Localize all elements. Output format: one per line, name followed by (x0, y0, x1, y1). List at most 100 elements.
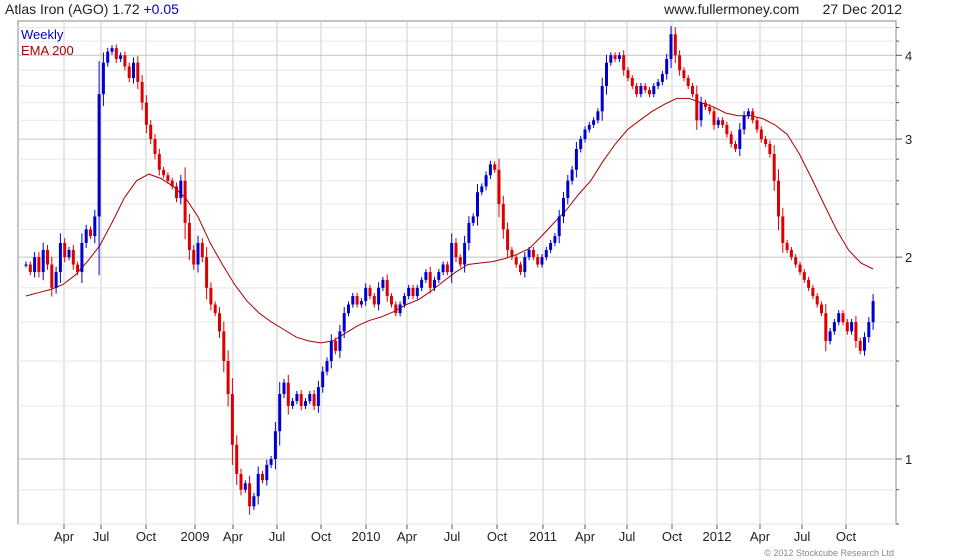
candle-body (101, 62, 105, 95)
chart-title: Atlas Iron (AGO) 1.72 +0.05 (5, 1, 179, 17)
x-tick-label: Jul (619, 529, 636, 544)
candle-body (660, 74, 664, 82)
legend-weekly: Weekly (21, 27, 64, 42)
y-tick-label: 3 (905, 132, 912, 147)
candle-body (665, 58, 669, 75)
x-tick-label: Oct (136, 529, 157, 544)
candle-body (312, 394, 316, 406)
candle-body (871, 301, 875, 323)
candle-body (729, 134, 733, 144)
x-tick-label: Oct (311, 529, 332, 544)
candle-body (824, 313, 828, 341)
candle-body (58, 242, 62, 273)
candle-body (235, 444, 239, 474)
candle-body (858, 340, 862, 351)
candle-body (527, 249, 531, 258)
candle-body (114, 48, 118, 59)
y-tick-label: 4 (905, 48, 912, 63)
candle-body (746, 111, 750, 116)
candle-body (506, 229, 510, 250)
candle-body (398, 304, 402, 314)
x-tick-label: 2011 (529, 529, 557, 544)
candle-body (218, 313, 221, 332)
candle-body (329, 340, 333, 362)
candle-body (587, 124, 591, 130)
candle-body (759, 129, 763, 140)
candle-body (269, 459, 273, 465)
change-value: +0.05 (143, 1, 179, 17)
site-link[interactable]: www.fullermoney.com (664, 1, 799, 17)
candle-body (544, 249, 548, 258)
candle-body (605, 62, 608, 86)
candle-body (84, 229, 88, 243)
candle-body (734, 143, 737, 149)
candle-body (815, 296, 819, 305)
candle-body (183, 180, 187, 223)
candle-body (523, 257, 527, 273)
candle-body (76, 264, 80, 273)
candle-body (28, 264, 32, 273)
candle-body (149, 124, 153, 140)
candle-body (742, 115, 746, 130)
candle-body (789, 249, 793, 258)
candle-body (209, 287, 213, 305)
candle-body (364, 287, 368, 302)
candle-body (811, 287, 815, 297)
candle-body (304, 401, 307, 406)
candle-body (153, 139, 157, 155)
candle-body (415, 287, 419, 297)
candle-body (261, 473, 264, 481)
symbol-label: Atlas Iron (AGO) (5, 1, 109, 17)
candle-body (230, 394, 234, 445)
candle-body (67, 249, 71, 258)
candle-body (798, 264, 802, 273)
candle-body (643, 85, 647, 91)
candle-body (24, 264, 28, 266)
candle-body (200, 242, 204, 258)
candle-body (385, 279, 389, 297)
x-tick-label: Oct (662, 529, 683, 544)
candle-body (785, 242, 789, 250)
candle-body (480, 186, 484, 193)
candle-body (566, 180, 570, 199)
chart-source: www.fullermoney.com 27 Dec 2012 (664, 1, 902, 17)
candle-body (33, 257, 37, 273)
candle-body (222, 331, 226, 362)
candle-body (192, 249, 196, 265)
candle-body (703, 102, 707, 107)
candle-body (832, 322, 836, 332)
candle-body (213, 304, 217, 314)
candle-body (463, 242, 467, 265)
candle-body (256, 473, 260, 497)
candle-body (476, 192, 479, 217)
candle-body (394, 304, 398, 314)
candle-body (424, 272, 428, 280)
candle-body (239, 473, 243, 490)
candle-body (514, 257, 518, 265)
candle-body (342, 313, 346, 332)
plot-area (17, 20, 897, 525)
candle-body (777, 180, 780, 217)
candle-body (768, 143, 772, 155)
x-tick-label: Apr (575, 529, 596, 544)
candle-body (450, 242, 454, 273)
x-tick-label: 2010 (352, 529, 381, 544)
candle-body (89, 229, 92, 237)
candle-body (596, 111, 600, 121)
candle-body (127, 66, 131, 79)
candle-body (428, 272, 432, 288)
candle-body (678, 55, 682, 71)
candle-body (458, 257, 462, 265)
candle-body (420, 279, 424, 288)
candle-body (772, 154, 776, 181)
candle-body (265, 464, 269, 481)
candle-body (286, 382, 290, 406)
candle-body (652, 85, 656, 95)
candle-body (273, 431, 277, 460)
candle-body (579, 139, 583, 149)
candle-body (863, 337, 866, 351)
candle-body (708, 106, 712, 112)
candle-body (299, 394, 303, 406)
candle-body (351, 296, 355, 305)
candle-body (867, 322, 871, 338)
